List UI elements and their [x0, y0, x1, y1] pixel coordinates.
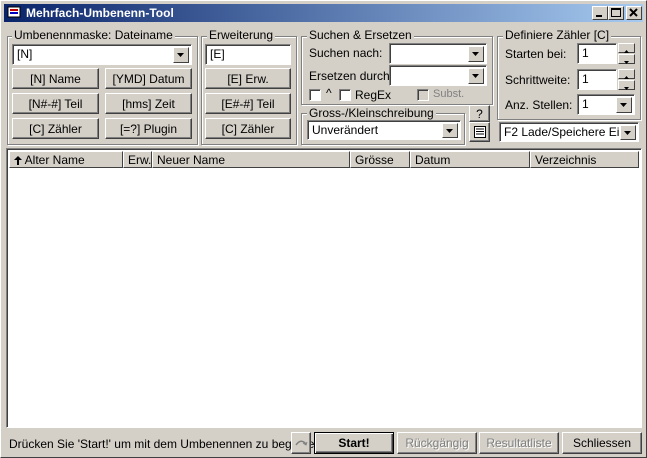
search-combo[interactable]: [389, 43, 487, 64]
subst-label: Subst.: [433, 88, 465, 100]
chevron-down-icon[interactable]: [173, 47, 189, 63]
chevron-down-icon[interactable]: [442, 123, 458, 138]
close-dialog-button[interactable]: Schliessen: [562, 432, 642, 454]
replace-combo[interactable]: [389, 65, 487, 86]
ext-button[interactable]: [E] Erw.: [205, 68, 291, 89]
maximize-icon: [611, 8, 621, 17]
extension-label: Erweiterung: [207, 28, 276, 42]
spin-down-icon[interactable]: [618, 80, 635, 90]
edit-list-button[interactable]: [469, 122, 490, 142]
status-text: Drücken Sie 'Start!' um mit dem Umbenenn…: [9, 437, 322, 451]
case-label: Gross-/Kleinschreibung: [307, 106, 436, 120]
chevron-down-icon[interactable]: [616, 97, 632, 113]
spin-up-icon[interactable]: [618, 43, 635, 53]
regex-checkbox[interactable]: [339, 89, 351, 101]
file-list[interactable]: Alter Name Erw. Neuer Name Grösse Datum …: [6, 148, 642, 428]
chevron-down-icon[interactable]: [468, 46, 484, 62]
regex-label: RegEx: [355, 88, 392, 102]
mask-part-button[interactable]: [N#-#] Teil: [12, 93, 99, 114]
ext-counter-button[interactable]: [C] Zähler: [205, 118, 291, 139]
close-icon: [629, 8, 638, 17]
mask-plugin-button[interactable]: [=?] Plugin: [105, 118, 192, 139]
minimize-icon: [596, 15, 602, 17]
start-input[interactable]: 1: [577, 43, 617, 64]
app-icon: [7, 6, 21, 18]
column-header-size[interactable]: Grösse: [350, 151, 410, 168]
counter-label: Definiere Zähler [C]: [503, 28, 612, 42]
column-label: Alter Name: [24, 153, 85, 167]
caret-checkbox[interactable]: [309, 89, 321, 101]
mask-time-button[interactable]: [hms] Zeit: [105, 93, 192, 114]
sort-arrow-up-icon: [14, 156, 22, 165]
case-value: Unverändert: [312, 123, 379, 137]
column-header-date[interactable]: Datum: [410, 151, 530, 168]
undo-button[interactable]: [291, 432, 311, 454]
revert-button[interactable]: Rückgängig: [397, 432, 477, 454]
digits-combo[interactable]: 1: [577, 94, 635, 115]
ext-part-button[interactable]: [E#-#] Teil: [205, 93, 291, 114]
preset-value: F2 Lade/Speichere Einst: [504, 125, 636, 139]
extension-input[interactable]: [E]: [205, 44, 291, 65]
rename-tool-window: Mehrfach-Umbenenn-Tool Umbenennmaske: Da…: [0, 0, 647, 458]
digits-label: Anz. Stellen:: [505, 98, 573, 112]
mask-date-button[interactable]: [YMD] Datum: [105, 68, 192, 89]
mask-name-button[interactable]: [N] Name: [12, 68, 99, 89]
undo-icon: [295, 440, 308, 446]
window-title: Mehrfach-Umbenenn-Tool: [26, 6, 174, 20]
subst-checkbox[interactable]: [417, 89, 429, 101]
case-combo[interactable]: Unverändert: [307, 120, 461, 140]
minimize-button[interactable]: [592, 6, 608, 20]
help-button[interactable]: ?: [469, 105, 490, 122]
results-button[interactable]: Resultatliste: [479, 432, 559, 454]
step-input[interactable]: 1: [577, 69, 617, 90]
rename-mask-value: [N]: [17, 47, 33, 61]
search-label: Suchen nach:: [309, 46, 383, 60]
search-replace-label: Suchen & Ersetzen: [307, 28, 414, 42]
start-button[interactable]: Start!: [314, 432, 394, 454]
caret-label: ^: [326, 86, 332, 100]
digits-value: 1: [582, 97, 589, 111]
column-header-old-name[interactable]: Alter Name: [9, 151, 123, 168]
edit-list-icon: [474, 126, 486, 138]
title-bar[interactable]: Mehrfach-Umbenenn-Tool: [4, 4, 643, 22]
close-button[interactable]: [626, 6, 642, 20]
preset-combo[interactable]: F2 Lade/Speichere Einst: [499, 122, 639, 142]
step-spinner[interactable]: [618, 69, 635, 90]
rename-mask-label: Umbenennmaske: Dateiname: [12, 28, 175, 42]
replace-label: Ersetzen durch:: [309, 69, 394, 83]
spin-down-icon[interactable]: [618, 54, 635, 64]
chevron-down-icon[interactable]: [468, 68, 484, 84]
maximize-button[interactable]: [608, 6, 624, 20]
column-header-new-name[interactable]: Neuer Name: [152, 151, 350, 168]
column-header-ext[interactable]: Erw.: [123, 151, 152, 168]
mask-counter-button[interactable]: [C] Zähler: [12, 118, 99, 139]
start-label: Starten bei:: [505, 47, 567, 61]
chevron-down-icon[interactable]: [620, 125, 636, 140]
rename-mask-combo[interactable]: [N]: [12, 44, 192, 65]
column-header-directory[interactable]: Verzeichnis: [530, 151, 639, 168]
spin-up-icon[interactable]: [618, 69, 635, 79]
step-label: Schrittweite:: [505, 73, 571, 87]
start-spinner[interactable]: [618, 43, 635, 64]
